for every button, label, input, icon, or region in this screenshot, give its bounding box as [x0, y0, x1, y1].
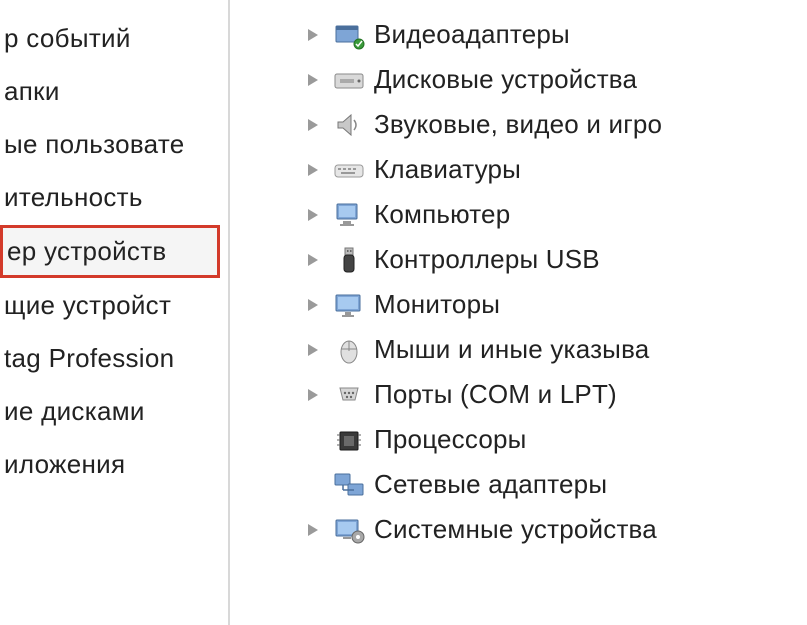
sidebar-item[interactable]: ительность [0, 171, 228, 224]
device-category[interactable]: Мониторы [308, 282, 807, 327]
device-category[interactable]: Клавиатуры [308, 147, 807, 192]
device-category-label: Мониторы [374, 289, 500, 320]
sidebar-item-device-manager[interactable]: ер устройств [0, 225, 220, 278]
device-category-label: Системные устройства [374, 514, 657, 545]
keyboard-icon [332, 155, 366, 185]
device-category-label: Процессоры [374, 424, 527, 455]
processor-icon [332, 425, 366, 455]
device-category-label: Компьютер [374, 199, 510, 230]
sidebar-item[interactable]: tag Profession [0, 332, 228, 385]
expand-collapse-icon[interactable] [308, 254, 318, 266]
device-category[interactable]: Дисковые устройства [308, 57, 807, 102]
sidebar-item[interactable]: апки [0, 65, 228, 118]
device-category-label: Дисковые устройства [374, 64, 637, 95]
mouse-icon [332, 335, 366, 365]
expand-collapse-icon[interactable] [308, 74, 318, 86]
monitor-icon [332, 290, 366, 320]
sidebar-item[interactable]: р событий [0, 12, 228, 65]
device-category[interactable]: Процессоры [308, 417, 807, 462]
sidebar-item[interactable]: ие дисками [0, 385, 228, 438]
expand-collapse-icon[interactable] [308, 119, 318, 131]
device-category[interactable]: Видеоадаптеры [308, 12, 807, 57]
expand-collapse-icon[interactable] [308, 29, 318, 41]
device-category[interactable]: Звуковые, видео и игро [308, 102, 807, 147]
expand-collapse-icon[interactable] [308, 164, 318, 176]
device-category-label: Контроллеры USB [374, 244, 600, 275]
device-category[interactable]: Компьютер [308, 192, 807, 237]
expand-collapse-icon[interactable] [308, 344, 318, 356]
expand-collapse-icon[interactable] [308, 389, 318, 401]
device-category[interactable]: Контроллеры USB [308, 237, 807, 282]
network-adapter-icon [332, 470, 366, 500]
device-category-label: Клавиатуры [374, 154, 521, 185]
device-category-label: Сетевые адаптеры [374, 469, 607, 500]
sidebar-item[interactable]: иложения [0, 438, 228, 491]
ports-icon [332, 380, 366, 410]
disk-drive-icon [332, 65, 366, 95]
device-category[interactable]: Сетевые адаптеры [308, 462, 807, 507]
device-category-label: Порты (COM и LPT) [374, 379, 617, 410]
expand-collapse-icon[interactable] [308, 299, 318, 311]
sidebar-item[interactable]: щие устройст [0, 279, 228, 332]
expand-collapse-icon[interactable] [308, 209, 318, 221]
device-category[interactable]: Системные устройства [308, 507, 807, 552]
device-category-label: Мыши и иные указыва [374, 334, 649, 365]
expand-collapse-icon[interactable] [308, 524, 318, 536]
sidebar-item[interactable]: ые пользовате [0, 118, 228, 171]
management-sidebar: р событийапкиые пользоватеительностьер у… [0, 0, 230, 625]
computer-icon [332, 200, 366, 230]
device-category[interactable]: Мыши и иные указыва [308, 327, 807, 372]
device-category[interactable]: Порты (COM и LPT) [308, 372, 807, 417]
video-adapter-icon [332, 20, 366, 50]
system-device-icon [332, 515, 366, 545]
sound-icon [332, 110, 366, 140]
device-category-label: Звуковые, видео и игро [374, 109, 662, 140]
device-manager-tree: Видеоадаптеры Дисковые устройства Звуковые… [230, 0, 807, 625]
usb-icon [332, 245, 366, 275]
device-category-label: Видеоадаптеры [374, 19, 570, 50]
